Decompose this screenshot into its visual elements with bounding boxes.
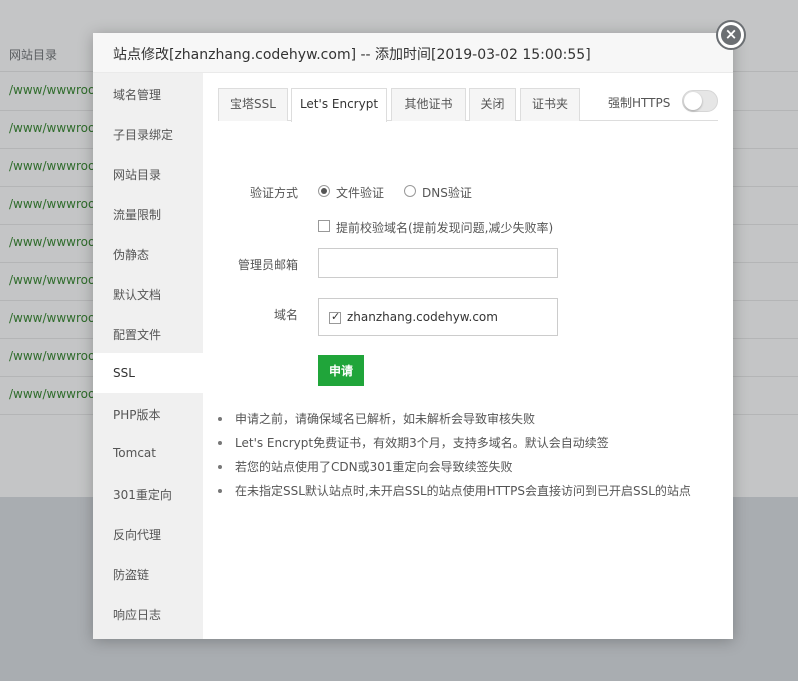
settings-sidebar: 域名管理 子目录绑定 网站目录 流量限制 伪静态 默认文档 配置文件 SSL P… xyxy=(93,73,203,639)
sidebar-item-php-version[interactable]: PHP版本 xyxy=(93,393,203,433)
domain-checkbox[interactable] xyxy=(329,310,341,324)
close-icon: × xyxy=(724,25,738,43)
bullet-icon xyxy=(218,489,222,493)
note-item: Let's Encrypt免费证书，有效期3个月，支持多域名。默认会自动续签 xyxy=(215,434,725,458)
background-row-path: /www/wwwroo xyxy=(9,235,96,249)
site-settings-modal: 站点修改[zhanzhang.codehyw.com] -- 添加时间[2019… xyxy=(93,33,733,639)
sidebar-item-reverse-proxy[interactable]: 反向代理 xyxy=(93,513,203,553)
tab-lets-encrypt[interactable]: Let's Encrypt xyxy=(291,88,387,122)
admin-email-input[interactable] xyxy=(318,248,558,278)
admin-email-label: 管理员邮箱 xyxy=(237,258,298,272)
toggle-knob xyxy=(684,92,702,110)
background-row-path: /www/wwwroo xyxy=(9,197,96,211)
background-row-path: /www/wwwroo xyxy=(9,83,96,97)
background-row-path: /www/wwwroo xyxy=(9,387,96,401)
bullet-icon xyxy=(218,417,222,421)
domain-label: 域名 xyxy=(273,308,298,322)
file-verify-label: 文件验证 xyxy=(336,186,385,200)
bullet-icon xyxy=(218,465,222,469)
dns-verify-label: DNS验证 xyxy=(422,186,472,200)
background-row-path: /www/wwwroo xyxy=(9,273,96,287)
background-row-path: /www/wwwroo xyxy=(9,311,96,325)
sidebar-item-domain-management[interactable]: 域名管理 xyxy=(93,73,203,113)
ssl-panel: 宝塔SSL Let's Encrypt 其他证书 关闭 证书夹 强制HTTPS … xyxy=(203,73,733,639)
sidebar-item-subdirectory-binding[interactable]: 子目录绑定 xyxy=(93,113,203,153)
sidebar-item-traffic-limit[interactable]: 流量限制 xyxy=(93,193,203,233)
tab-other-certificate[interactable]: 其他证书 xyxy=(391,88,466,121)
background-row-path: /www/wwwroo xyxy=(9,349,96,363)
precheck-domain-label: 提前校验域名(提前发现问题,减少失败率) xyxy=(336,221,554,235)
sidebar-item-tomcat[interactable]: Tomcat xyxy=(93,433,203,473)
sidebar-item-response-log[interactable]: 响应日志 xyxy=(93,593,203,633)
tab-close[interactable]: 关闭 xyxy=(469,88,516,121)
sidebar-item-hotlink-protection[interactable]: 防盗链 xyxy=(93,553,203,593)
bullet-icon xyxy=(218,441,222,445)
sidebar-item-ssl[interactable]: SSL xyxy=(93,353,203,393)
background-column-site-dir: 网站目录 xyxy=(9,48,58,62)
sidebar-item-config-file[interactable]: 配置文件 xyxy=(93,313,203,353)
verify-method-label: 验证方式 xyxy=(249,186,298,200)
note-item: 在未指定SSL默认站点时,未开启SSL的站点使用HTTPS会直接访问到已开启SS… xyxy=(215,482,725,506)
radio-dns-verify[interactable] xyxy=(404,185,416,197)
sidebar-item-rewrite[interactable]: 伪静态 xyxy=(93,233,203,273)
tab-certificate-folder[interactable]: 证书夹 xyxy=(520,88,580,121)
precheck-domain-checkbox[interactable] xyxy=(318,220,330,232)
background-row-path: /www/wwwroo xyxy=(9,159,96,173)
modal-close-button[interactable]: × xyxy=(716,20,746,50)
tab-baota-ssl[interactable]: 宝塔SSL xyxy=(218,88,288,121)
background-row-path: /www/wwwroo xyxy=(9,121,96,135)
sidebar-item-default-document[interactable]: 默认文档 xyxy=(93,273,203,313)
force-https-toggle[interactable] xyxy=(682,90,718,112)
radio-file-verify[interactable] xyxy=(318,185,330,197)
apply-button[interactable]: 申请 xyxy=(318,355,364,386)
domain-list: zhanzhang.codehyw.com xyxy=(318,298,558,336)
force-https-label: 强制HTTPS xyxy=(608,96,671,110)
note-item: 若您的站点使用了CDN或301重定向会导致续签失败 xyxy=(215,458,725,482)
sidebar-item-301-redirect[interactable]: 301重定向 xyxy=(93,473,203,513)
modal-title: 站点修改[zhanzhang.codehyw.com] -- 添加时间[2019… xyxy=(93,33,733,73)
note-item: 申请之前，请确保域名已解析，如未解析会导致审核失败 xyxy=(215,410,725,434)
sidebar-item-site-directory[interactable]: 网站目录 xyxy=(93,153,203,193)
domain-name: zhanzhang.codehyw.com xyxy=(347,310,498,324)
